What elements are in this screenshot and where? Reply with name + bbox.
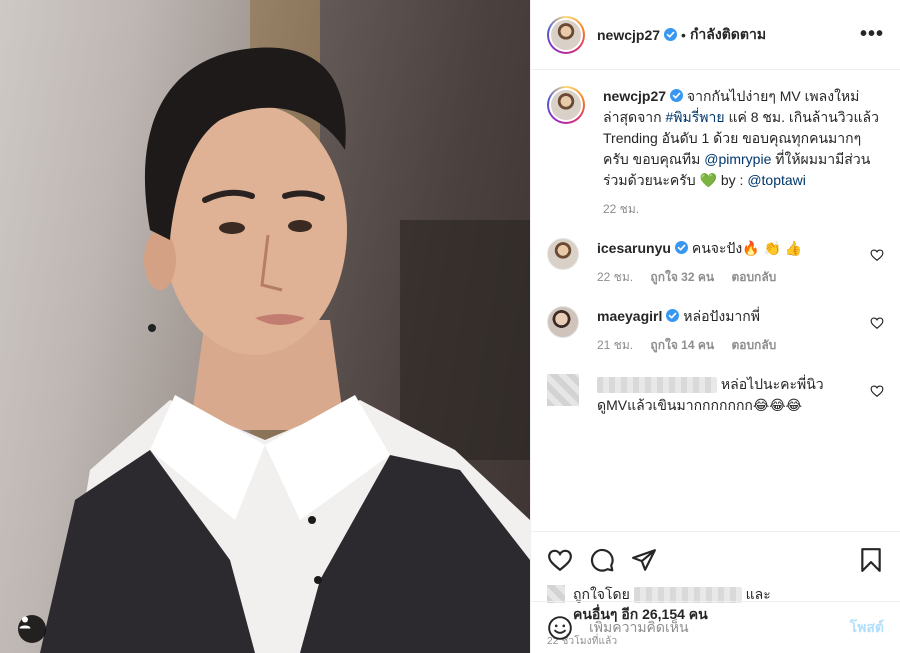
post-side-panel: newcjp27 • กำลังติดตาม ••• newcjp27 จากก… xyxy=(530,0,900,653)
comment-likes[interactable]: ถูกใจ 14 คน xyxy=(650,338,714,352)
action-icons xyxy=(547,540,884,580)
comment-meta: 21 ชม. ถูกใจ 14 คน ตอบกลับ xyxy=(597,335,860,356)
comment-avatar[interactable] xyxy=(547,238,579,270)
comment-like-heart-icon[interactable] xyxy=(870,248,884,262)
comment-username[interactable]: icesarunyu xyxy=(597,240,671,256)
comment-item: หล่อไปนะคะพี่นิว ดูMVแล้วเขินมากกกกกกก😂😂… xyxy=(547,374,884,416)
verified-badge-icon xyxy=(670,89,684,102)
instagram-post: newcjp27 • กำลังติดตาม ••• newcjp27 จากก… xyxy=(0,0,900,653)
comment-like-heart-icon[interactable] xyxy=(870,384,884,398)
verified-badge-icon xyxy=(674,241,688,254)
verified-badge-icon xyxy=(666,309,680,322)
following-button[interactable]: กำลังติดตาม xyxy=(690,24,766,46)
share-icon[interactable] xyxy=(631,547,657,573)
author-username[interactable]: newcjp27 xyxy=(597,27,660,43)
blurred-avatar[interactable] xyxy=(547,374,579,406)
comment-time[interactable]: 21 ชม. xyxy=(597,338,633,352)
caption-time[interactable]: 22 ชม. xyxy=(603,202,639,216)
caption-meta: 22 ชม. xyxy=(603,199,884,220)
user-tag-icon xyxy=(19,616,31,629)
reply-button[interactable]: ตอบกลับ xyxy=(731,338,776,352)
tag-people-button[interactable] xyxy=(18,615,46,643)
verified-badge-icon xyxy=(664,28,678,41)
green-heart-emoji: 💚 xyxy=(699,172,717,188)
reply-button[interactable]: ตอบกลับ xyxy=(731,270,776,284)
comment-time[interactable]: 22 ชม. xyxy=(597,270,633,284)
caption-text-4: by : xyxy=(716,172,748,188)
liked-by-label: ถูกใจโดย xyxy=(573,586,630,602)
caption: newcjp27 จากกันไปง่ายๆ MV เพลงใหม่ล่าสุด… xyxy=(547,86,884,220)
comments-list: newcjp27 จากกันไปง่ายๆ MV เพลงใหม่ล่าสุด… xyxy=(531,70,900,531)
comment-likes[interactable]: ถูกใจ 32 คน xyxy=(650,270,714,284)
more-options-icon[interactable]: ••• xyxy=(860,23,884,46)
smile-icon[interactable] xyxy=(547,615,573,641)
comment-input[interactable]: เพิ่มความคิดเห็น xyxy=(589,617,850,639)
caption-avatar[interactable] xyxy=(547,86,585,124)
comment-text: คนจะปัง🔥 👏 👍 xyxy=(691,240,803,256)
comment-username[interactable]: maeyagirl xyxy=(597,308,662,324)
comment-like-heart-icon[interactable] xyxy=(870,316,884,330)
add-comment-bar: เพิ่มความคิดเห็น โพสต์ xyxy=(531,601,900,653)
comment-item: maeyagirl หล่อปังมากพี่ 21 ชม. ถูกใจ 14 … xyxy=(547,306,884,356)
portrait-illustration xyxy=(40,0,530,653)
heart-icon[interactable] xyxy=(547,547,573,573)
comment-item: icesarunyu คนจะปัง🔥 👏 👍 22 ชม. ถูกใจ 32 … xyxy=(547,238,884,288)
comment-text: หล่อปังมากพี่ xyxy=(683,308,760,324)
bookmark-icon[interactable] xyxy=(858,547,884,573)
comment-meta: 22 ชม. ถูกใจ 32 คน ตอบกลับ xyxy=(597,267,860,288)
and-label: และ xyxy=(745,586,771,602)
caption-username[interactable]: newcjp27 xyxy=(603,88,666,104)
blurred-username[interactable] xyxy=(597,377,717,394)
post-photo[interactable] xyxy=(0,0,530,653)
comment-icon[interactable] xyxy=(589,547,615,573)
post-header: newcjp27 • กำลังติดตาม ••• xyxy=(531,0,900,70)
caption-mention-toptawi[interactable]: @toptawi xyxy=(747,172,806,188)
comment-avatar[interactable] xyxy=(547,306,579,338)
separator-dot: • xyxy=(681,26,686,43)
caption-mention-pimrypie[interactable]: @pimrypie xyxy=(704,151,771,167)
author-avatar[interactable] xyxy=(547,15,585,54)
caption-hashtag[interactable]: #พิมรี่พาย xyxy=(666,109,725,125)
post-comment-button[interactable]: โพสต์ xyxy=(850,617,884,639)
